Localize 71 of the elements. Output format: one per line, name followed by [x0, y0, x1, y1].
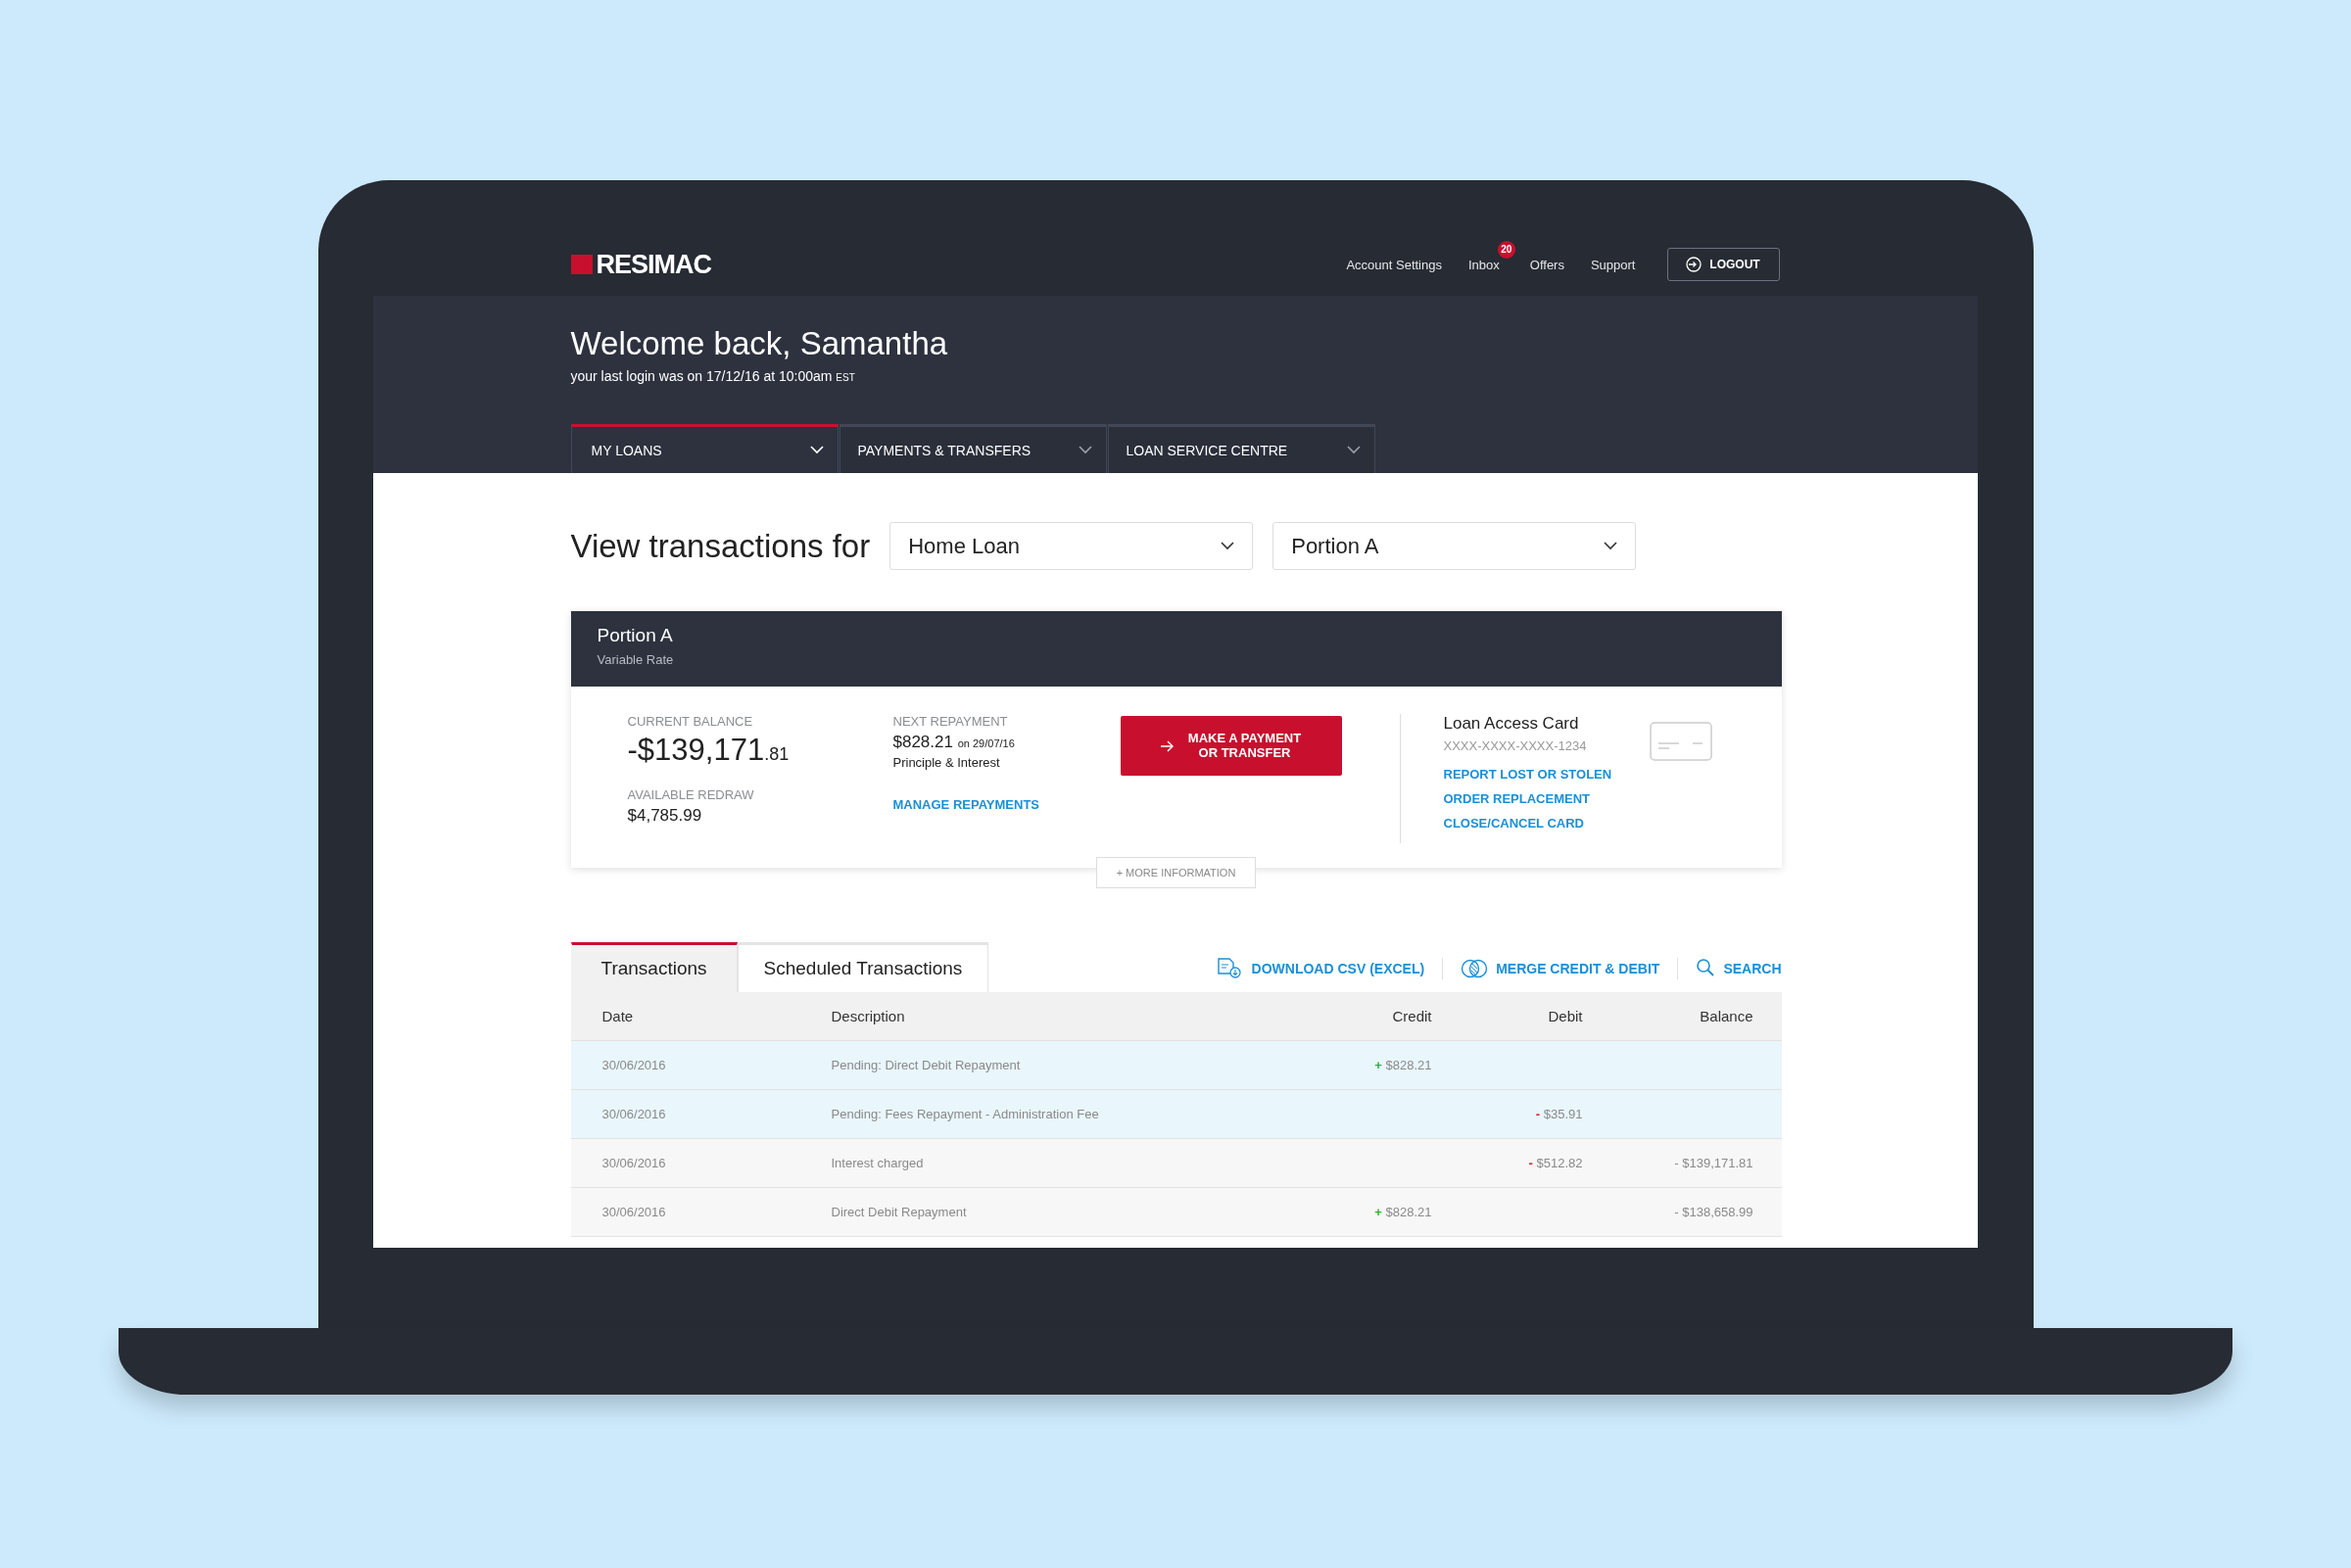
table-cell-text: - $138,658.99: [1673, 1205, 1753, 1219]
toolbar-action[interactable]: SEARCH: [1696, 958, 1782, 979]
chevron-down-icon: [1604, 542, 1618, 550]
credit-card-icon: [1649, 722, 1712, 761]
card-subtitle: Variable Rate: [597, 652, 675, 667]
nav-tab[interactable]: LOAN SERVICE CENTRE: [1107, 424, 1375, 473]
table-cell-text: Pending: Fees Repayment - Administration Fee: [831, 1107, 1100, 1121]
chevron-down-icon: [1346, 446, 1361, 454]
nav-tab[interactable]: MY LOANS: [570, 424, 839, 473]
table-cell-text: - $139,171.81: [1673, 1156, 1753, 1170]
table-cell-text: 30/06/2016: [601, 1156, 667, 1170]
repayment-amount: $828.21 on 29/07/16: [892, 733, 1016, 752]
table-cell-text: - $35.91: [1534, 1107, 1583, 1121]
transactions-tab[interactable]: Transactions: [570, 942, 738, 992]
card-number: XXXX-XXXX-XXXX-1234: [1443, 738, 1588, 753]
column-header: Credit: [1391, 1008, 1432, 1024]
chevron-down-icon: [809, 446, 824, 454]
chevron-down-icon: [1221, 542, 1235, 550]
arrow-right-icon: [1160, 739, 1175, 752]
column-header: Balance: [1699, 1008, 1753, 1024]
payment-button[interactable]: MAKE A PAYMENT OR TRANSFER: [1120, 716, 1342, 776]
table-cell-text: 30/06/2016: [601, 1107, 667, 1121]
chevron-down-icon: [1078, 446, 1092, 454]
column-header: Debit: [1547, 1008, 1583, 1024]
card-action-link[interactable]: ORDER REPLACEMENT: [1443, 791, 1630, 806]
table-cell-text: + $828.21: [1373, 1205, 1432, 1219]
nav-link[interactable]: Inbox: [1467, 257, 1500, 272]
transactions-tab[interactable]: Scheduled Transactions: [737, 942, 989, 992]
card-action-link[interactable]: CLOSE/CANCEL CARD: [1443, 816, 1630, 831]
file-download-icon: [1216, 958, 1244, 979]
notification-badge: 20: [1497, 240, 1515, 259]
table-cell-text: 30/06/2016: [601, 1058, 667, 1072]
more-information-button[interactable]: + MORE INFORMATION: [1096, 857, 1256, 888]
nav-tab[interactable]: PAYMENTS & TRANSFERS: [839, 424, 1107, 473]
toolbar-action[interactable]: DOWNLOAD CSV (EXCEL): [1216, 958, 1425, 979]
logo-text: RESIMAC: [596, 249, 711, 280]
table-row[interactable]: 30/06/2016 Pending: Fees Repayment - Administration Fee - $35.91: [570, 1090, 1782, 1139]
merge-circles-icon: [1461, 958, 1489, 979]
field-label: CURRENT BALANCE: [627, 714, 754, 729]
field-label: AVAILABLE REDRAW: [627, 787, 755, 802]
card-action-link[interactable]: REPORT LOST OR STOLEN: [1443, 767, 1630, 782]
column-header: Date: [601, 1008, 635, 1024]
table-cell-text: Pending: Direct Debit Repayment: [831, 1058, 1022, 1072]
dropdown-select[interactable]: Portion A: [1272, 522, 1637, 570]
table-cell-text: + $828.21: [1373, 1058, 1432, 1072]
toolbar-action[interactable]: MERGE CREDIT & DEBIT: [1461, 958, 1660, 979]
dropdown-select[interactable]: Home Loan: [889, 522, 1254, 570]
nav-link[interactable]: Account Settings: [1346, 257, 1442, 272]
table-row[interactable]: 30/06/2016 Direct Debit Repayment + $828.21 - $138,658.99: [570, 1188, 1782, 1237]
table-cell-text: 30/06/2016: [601, 1205, 667, 1219]
logout-button[interactable]: LOGOUT: [1666, 248, 1780, 281]
column-header: Description: [831, 1008, 906, 1024]
table-row[interactable]: 30/06/2016 Interest charged - $512.82 - $139,171.81: [570, 1139, 1782, 1188]
table-cell-text: Interest charged: [831, 1156, 925, 1170]
nav-link[interactable]: Offers: [1529, 257, 1564, 272]
field-label: NEXT REPAYMENT: [892, 714, 1009, 729]
welcome-heading: Welcome back, Samantha: [570, 325, 949, 362]
access-card-title: Loan Access Card: [1443, 714, 1580, 734]
card-title: Portion A: [597, 625, 674, 646]
filter-label: View transactions for: [570, 527, 871, 565]
table-row[interactable]: 30/06/2016 Pending: Direct Debit Repayment + $828.21: [570, 1041, 1782, 1090]
table-cell-text: - $512.82: [1527, 1156, 1583, 1170]
manage-repayments-link[interactable]: MANAGE REPAYMENTS: [892, 797, 1040, 812]
logout-icon: [1686, 257, 1703, 272]
logo-mark-icon: [570, 255, 593, 274]
table-cell-text: Direct Debit Repayment: [831, 1205, 968, 1219]
last-login-text: your last login was on 17/12/16 at 10:00am EST: [570, 368, 856, 384]
repayment-type: Principle & Interest: [892, 755, 1001, 770]
balance-amount: -$139,171.81: [627, 733, 791, 768]
redraw-amount: $4,785.99: [627, 806, 703, 826]
nav-link[interactable]: Support: [1590, 257, 1636, 272]
